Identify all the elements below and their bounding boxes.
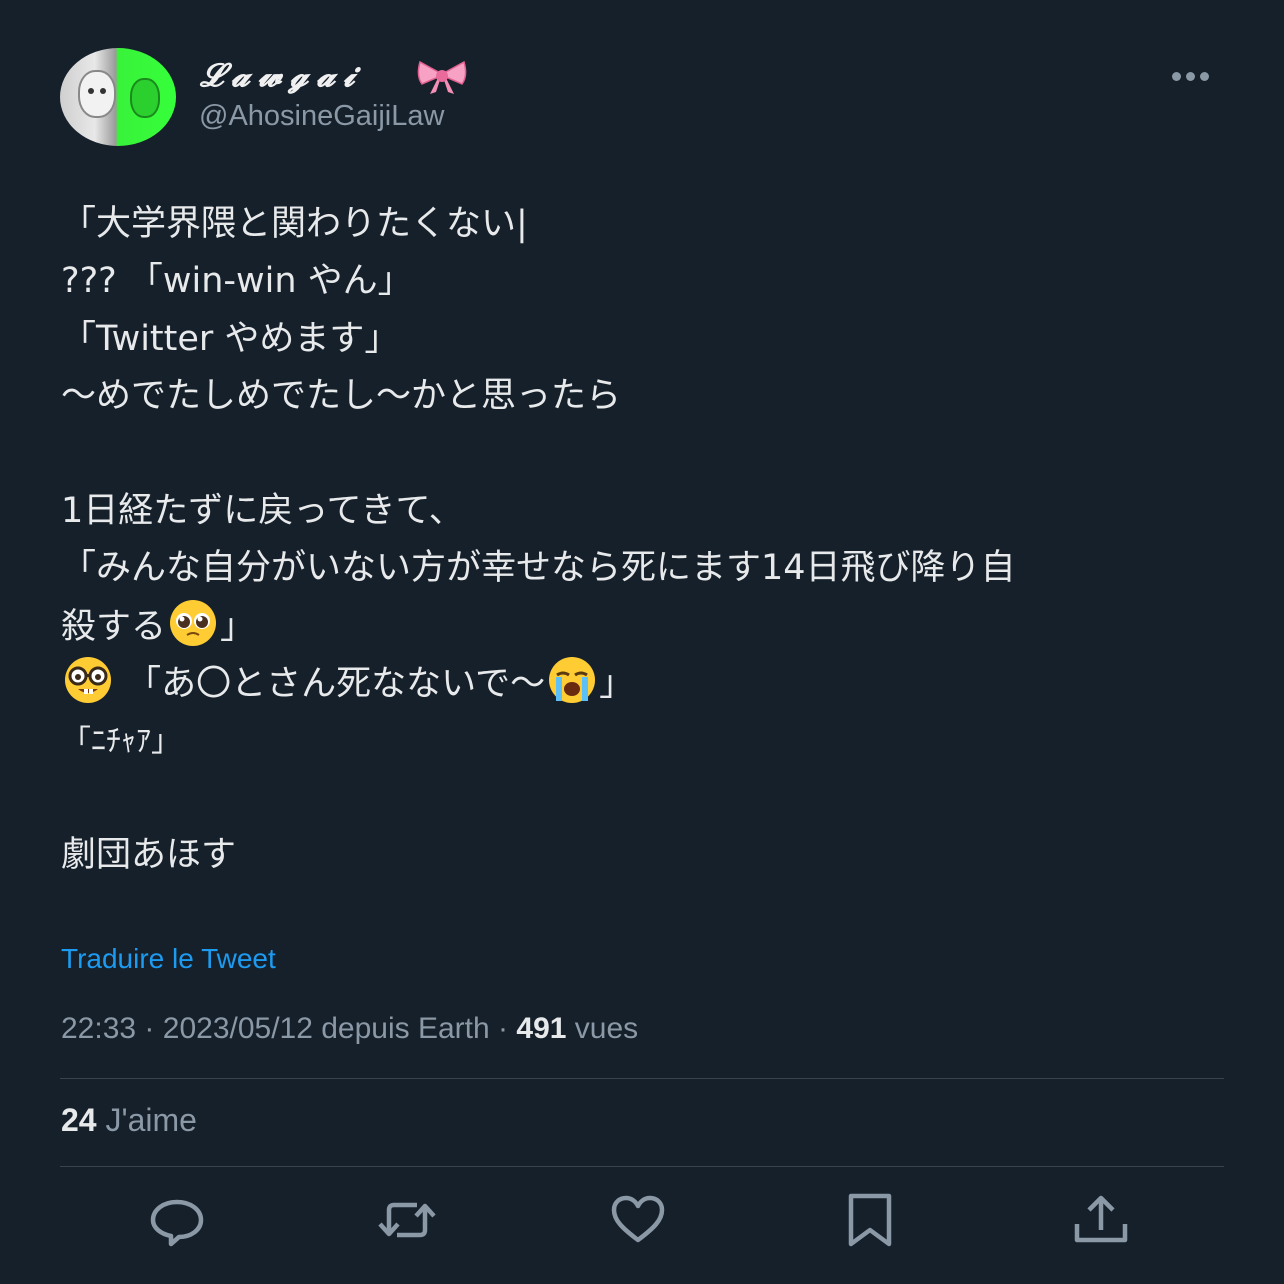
avatar-eye [88,88,94,94]
tweet-line-text: 「あ〇とさん死なないで〜 [126,664,546,705]
pleading-face-emoji [170,599,217,646]
share-button[interactable] [1071,1190,1131,1250]
bookmark-icon [848,1193,892,1247]
tweet-line-text: 」 [220,606,256,647]
display-name[interactable]: 𝓛𝓪𝔀𝓰𝓪𝓲 [200,56,363,95]
reply-button[interactable] [147,1190,207,1250]
bookmark-button[interactable] [840,1190,900,1250]
like-button[interactable] [608,1190,668,1250]
share-icon [1074,1195,1128,1243]
avatar[interactable] [60,48,176,146]
tweet-line: 「あ〇とさん死なないで〜 」 [61,655,1231,712]
tweet-line: 劇団あほす [61,835,237,876]
meta-separator: · [144,1012,155,1045]
meta-separator: · [498,1012,509,1045]
tweet-line: 「ﾆﾁｬｱ」 [61,723,181,759]
tweet-text: 「大学界隈と関わりたくない| ??? 「win-win やん」 「Twitter… [61,196,1231,885]
tweet-line: 「みんな自分がいない方が幸せなら死にます14日飛び降り自 [61,548,1016,589]
user-handle[interactable]: @AhosineGaijiLaw [199,100,444,133]
likes-count: 24 [61,1102,97,1138]
tweet-line: 「大学界隈と関わりたくない| [61,204,528,244]
tweet-line: 殺する 」 [61,598,1231,655]
more-options-icon[interactable] [1172,66,1222,90]
avatar-face-left [78,70,116,118]
divider [60,1078,1224,1079]
like-icon [611,1195,665,1243]
tweet-line: 1日経たずに戻ってきて、 [61,490,464,531]
translate-tweet-link[interactable]: Traduire le Tweet [61,943,276,975]
retweet-icon [378,1202,436,1238]
tweet-line-text: 殺する [61,606,167,647]
tweet-date-source[interactable]: 2023/05/12 depuis Earth [163,1012,490,1045]
divider [60,1166,1224,1167]
views-label: vues [574,1012,639,1045]
ribbon-emoji [417,60,467,94]
views-count: 491 [516,1012,567,1045]
avatar-eye [100,88,106,94]
tweet-line: 「Twitter やめます」 [61,318,400,359]
tweet-line: ??? 「win-win やん」 [61,261,413,302]
retweet-button[interactable] [377,1190,437,1250]
tweet-meta: 22:33 · 2023/05/12 depuis Earth · 491 vu… [61,1012,638,1046]
tweet-line-text: 」 [599,664,635,705]
likes-label: J'aime [105,1102,197,1138]
avatar-face-right [130,78,160,118]
tweet-line: ～めでたしめでたし～かと思ったら [61,376,622,417]
tweet-time[interactable]: 22:33 [61,1012,136,1045]
reply-icon [150,1199,204,1247]
loudly-crying-face-emoji [549,657,596,704]
nerd-face-emoji [65,657,111,704]
likes-stat[interactable]: 24 J'aime [61,1102,197,1139]
